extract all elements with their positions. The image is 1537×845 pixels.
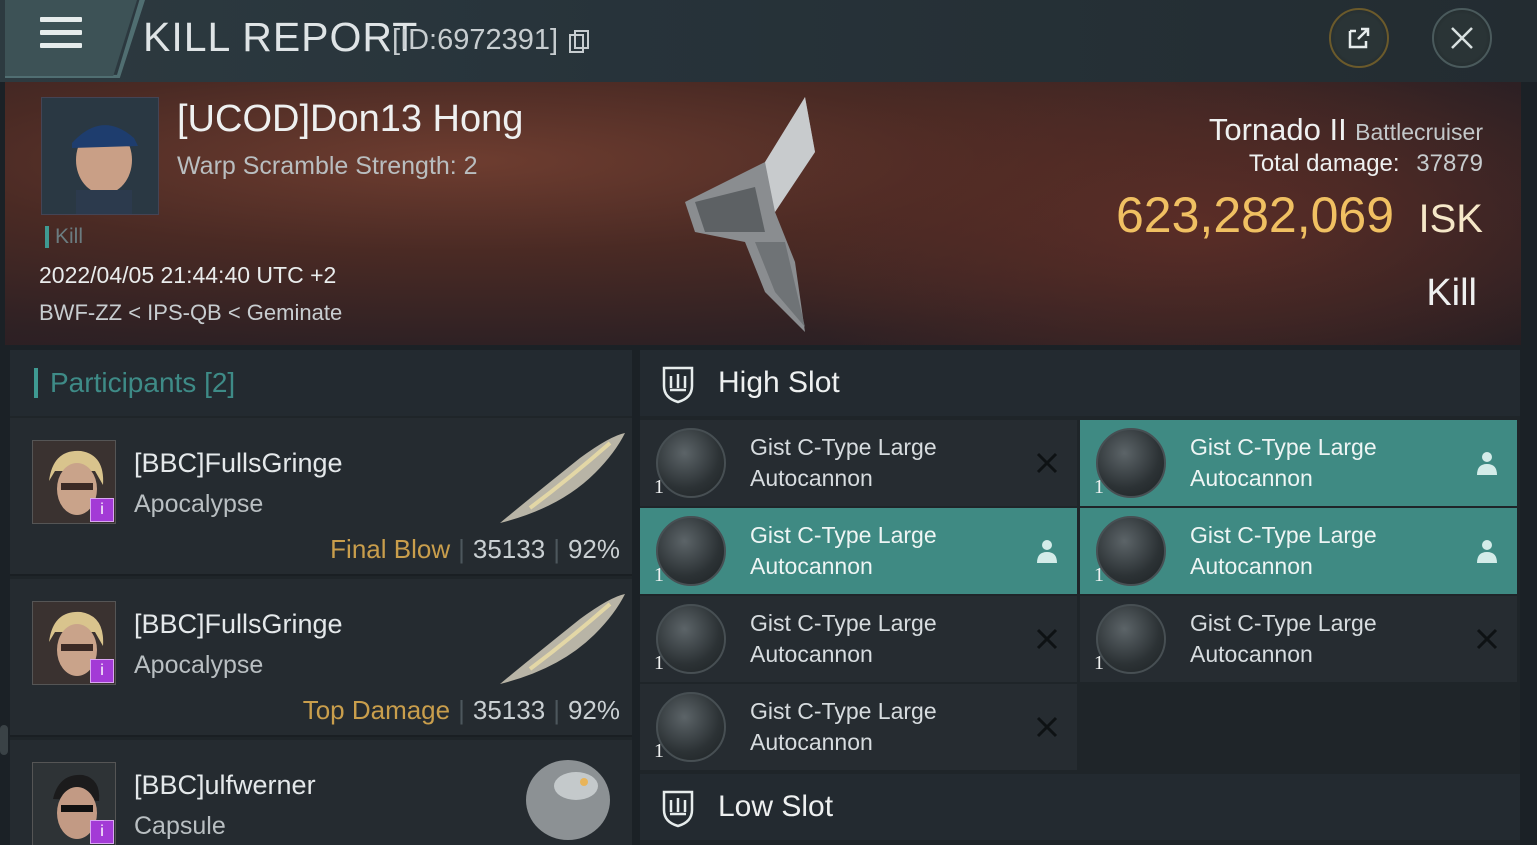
title-bar: KILL REPORT [ID:6972391]	[0, 0, 1537, 82]
high-slot-icon	[662, 366, 694, 404]
info-badge[interactable]: i	[90, 820, 114, 844]
module-quantity: 1	[1094, 652, 1104, 674]
dropped-person-icon	[1477, 452, 1497, 475]
stat-percent: 92%	[567, 534, 620, 564]
share-button[interactable]	[1329, 8, 1389, 68]
high-slot-title: High Slot	[718, 366, 840, 399]
participant-ship: Apocalypse	[134, 490, 264, 518]
hamburger-icon	[40, 17, 82, 51]
autocannon-icon	[1096, 604, 1166, 674]
stat-label: Top Damage	[302, 695, 451, 725]
module-quantity: 1	[1094, 476, 1104, 498]
module-quantity: 1	[1094, 564, 1104, 586]
apocalypse-ship-icon[interactable]	[490, 428, 630, 528]
victim-subtitle: Warp Scramble Strength: 2	[177, 152, 478, 180]
module-name: Gist C-Type Large Autocannon	[1190, 610, 1377, 667]
module-item[interactable]: 1 Gist C-Type Large Autocannon	[1080, 596, 1517, 682]
fitting-panel: High Slot 1 Gist C-Type Large Autocannon …	[640, 350, 1520, 845]
autocannon-icon	[656, 516, 726, 586]
module-item[interactable]: 1 Gist C-Type Large Autocannon	[640, 684, 1077, 770]
module-name: Gist C-Type Large Autocannon	[1190, 434, 1377, 491]
low-slot-title: Low Slot	[718, 790, 834, 823]
participant-name[interactable]: [BBC]FullsGringe	[134, 609, 343, 640]
report-id: [ID:6972391]	[392, 24, 559, 56]
copy-icon[interactable]	[568, 30, 590, 54]
ship-class: Battlecruiser	[1355, 119, 1483, 145]
capsule-ship-icon[interactable]	[510, 752, 620, 842]
module-name: Gist C-Type Large Autocannon	[750, 522, 937, 579]
participant-row[interactable]: i [BBC]FullsGringe Apocalypse Top Damage…	[10, 579, 632, 737]
module-name: Gist C-Type Large Autocannon	[750, 610, 937, 667]
total-damage: Total damage: 37879	[1249, 150, 1483, 178]
stat-damage: 35133	[472, 695, 546, 725]
participant-ship: Apocalypse	[134, 651, 264, 679]
page-title: KILL REPORT	[143, 14, 419, 60]
destroyed-icon	[1476, 628, 1498, 650]
module-quantity: 1	[654, 564, 664, 586]
scroll-handle[interactable]	[0, 725, 8, 755]
stat-label: Final Blow	[330, 534, 451, 564]
pilot-avatar	[42, 98, 158, 214]
kill-location[interactable]: BWF-ZZ < IPS-QB < Geminate	[39, 300, 342, 326]
isk-value-line: 623,282,069 ISK	[1116, 186, 1483, 244]
destroyed-icon	[1036, 628, 1058, 650]
participant-stats: Final Blow | 35133 | 92%	[330, 534, 620, 564]
victim-portrait[interactable]	[41, 97, 159, 215]
autocannon-icon	[656, 428, 726, 498]
dropped-person-icon	[1477, 540, 1497, 563]
ship-info: Tornado II Battlecruiser	[1209, 112, 1483, 148]
close-icon	[1451, 27, 1473, 49]
module-item[interactable]: 1 Gist C-Type Large Autocannon	[1080, 508, 1517, 594]
damage-value: 37879	[1416, 150, 1483, 177]
participant-name[interactable]: [BBC]FullsGringe	[134, 448, 343, 479]
module-quantity: 1	[654, 740, 664, 762]
isk-value: 623,282,069	[1116, 187, 1395, 243]
participants-title: Participants [2]	[34, 368, 235, 398]
participant-row[interactable]: i [BBC]ulfwerner Capsule	[10, 740, 632, 845]
low-slot-icon	[662, 790, 694, 828]
autocannon-icon	[656, 604, 726, 674]
destroyed-icon	[1036, 716, 1058, 738]
participants-header: Participants [2]	[10, 350, 632, 416]
victim-name[interactable]: [UCOD]Don13 Hong	[177, 98, 523, 141]
module-name: Gist C-Type Large Autocannon	[1190, 522, 1377, 579]
participant-name[interactable]: [BBC]ulfwerner	[134, 770, 316, 801]
stat-percent: 92%	[567, 695, 620, 725]
module-item[interactable]: 1 Gist C-Type Large Autocannon	[640, 420, 1077, 506]
autocannon-icon	[656, 692, 726, 762]
damage-label: Total damage:	[1248, 150, 1400, 177]
module-item[interactable]: 1 Gist C-Type Large Autocannon	[640, 596, 1077, 682]
low-slot-header[interactable]: Low Slot	[640, 774, 1520, 840]
participant-stats: Top Damage | 35133 | 92%	[302, 695, 620, 725]
stat-damage: 35133	[472, 534, 546, 564]
module-item[interactable]: 1 Gist C-Type Large Autocannon	[1080, 420, 1517, 506]
kill-datetime: 2022/04/05 21:44:40 UTC +2	[39, 262, 337, 288]
participant-ship: Capsule	[134, 812, 226, 840]
share-icon	[1348, 27, 1370, 49]
participants-panel: Participants [2] i [BBC]FullsGringe Apoc…	[10, 350, 632, 845]
autocannon-icon	[1096, 516, 1166, 586]
apocalypse-ship-icon[interactable]	[490, 589, 630, 689]
info-badge[interactable]: i	[90, 659, 114, 683]
module-item[interactable]: 1 Gist C-Type Large Autocannon	[640, 508, 1077, 594]
module-quantity: 1	[654, 476, 664, 498]
close-button[interactable]	[1432, 8, 1492, 68]
module-name: Gist C-Type Large Autocannon	[750, 698, 937, 755]
dropped-person-icon	[1037, 540, 1057, 563]
info-badge[interactable]: i	[90, 498, 114, 522]
destroyed-icon	[1036, 452, 1058, 474]
ship-name[interactable]: Tornado II	[1209, 112, 1347, 147]
victim-summary: [UCOD]Don13 Hong Warp Scramble Strength:…	[5, 82, 1521, 345]
menu-button[interactable]	[5, 0, 137, 76]
module-name: Gist C-Type Large Autocannon	[750, 434, 937, 491]
kill-tag: Kill	[45, 226, 83, 248]
ship-render[interactable]	[665, 92, 875, 332]
autocannon-icon	[1096, 428, 1166, 498]
high-slot-header[interactable]: High Slot	[640, 350, 1520, 416]
result-label: Kill	[1426, 272, 1477, 314]
participant-row[interactable]: i [BBC]FullsGringe Apocalypse Final Blow…	[10, 418, 632, 576]
module-quantity: 1	[654, 652, 664, 674]
isk-unit: ISK	[1418, 197, 1483, 241]
